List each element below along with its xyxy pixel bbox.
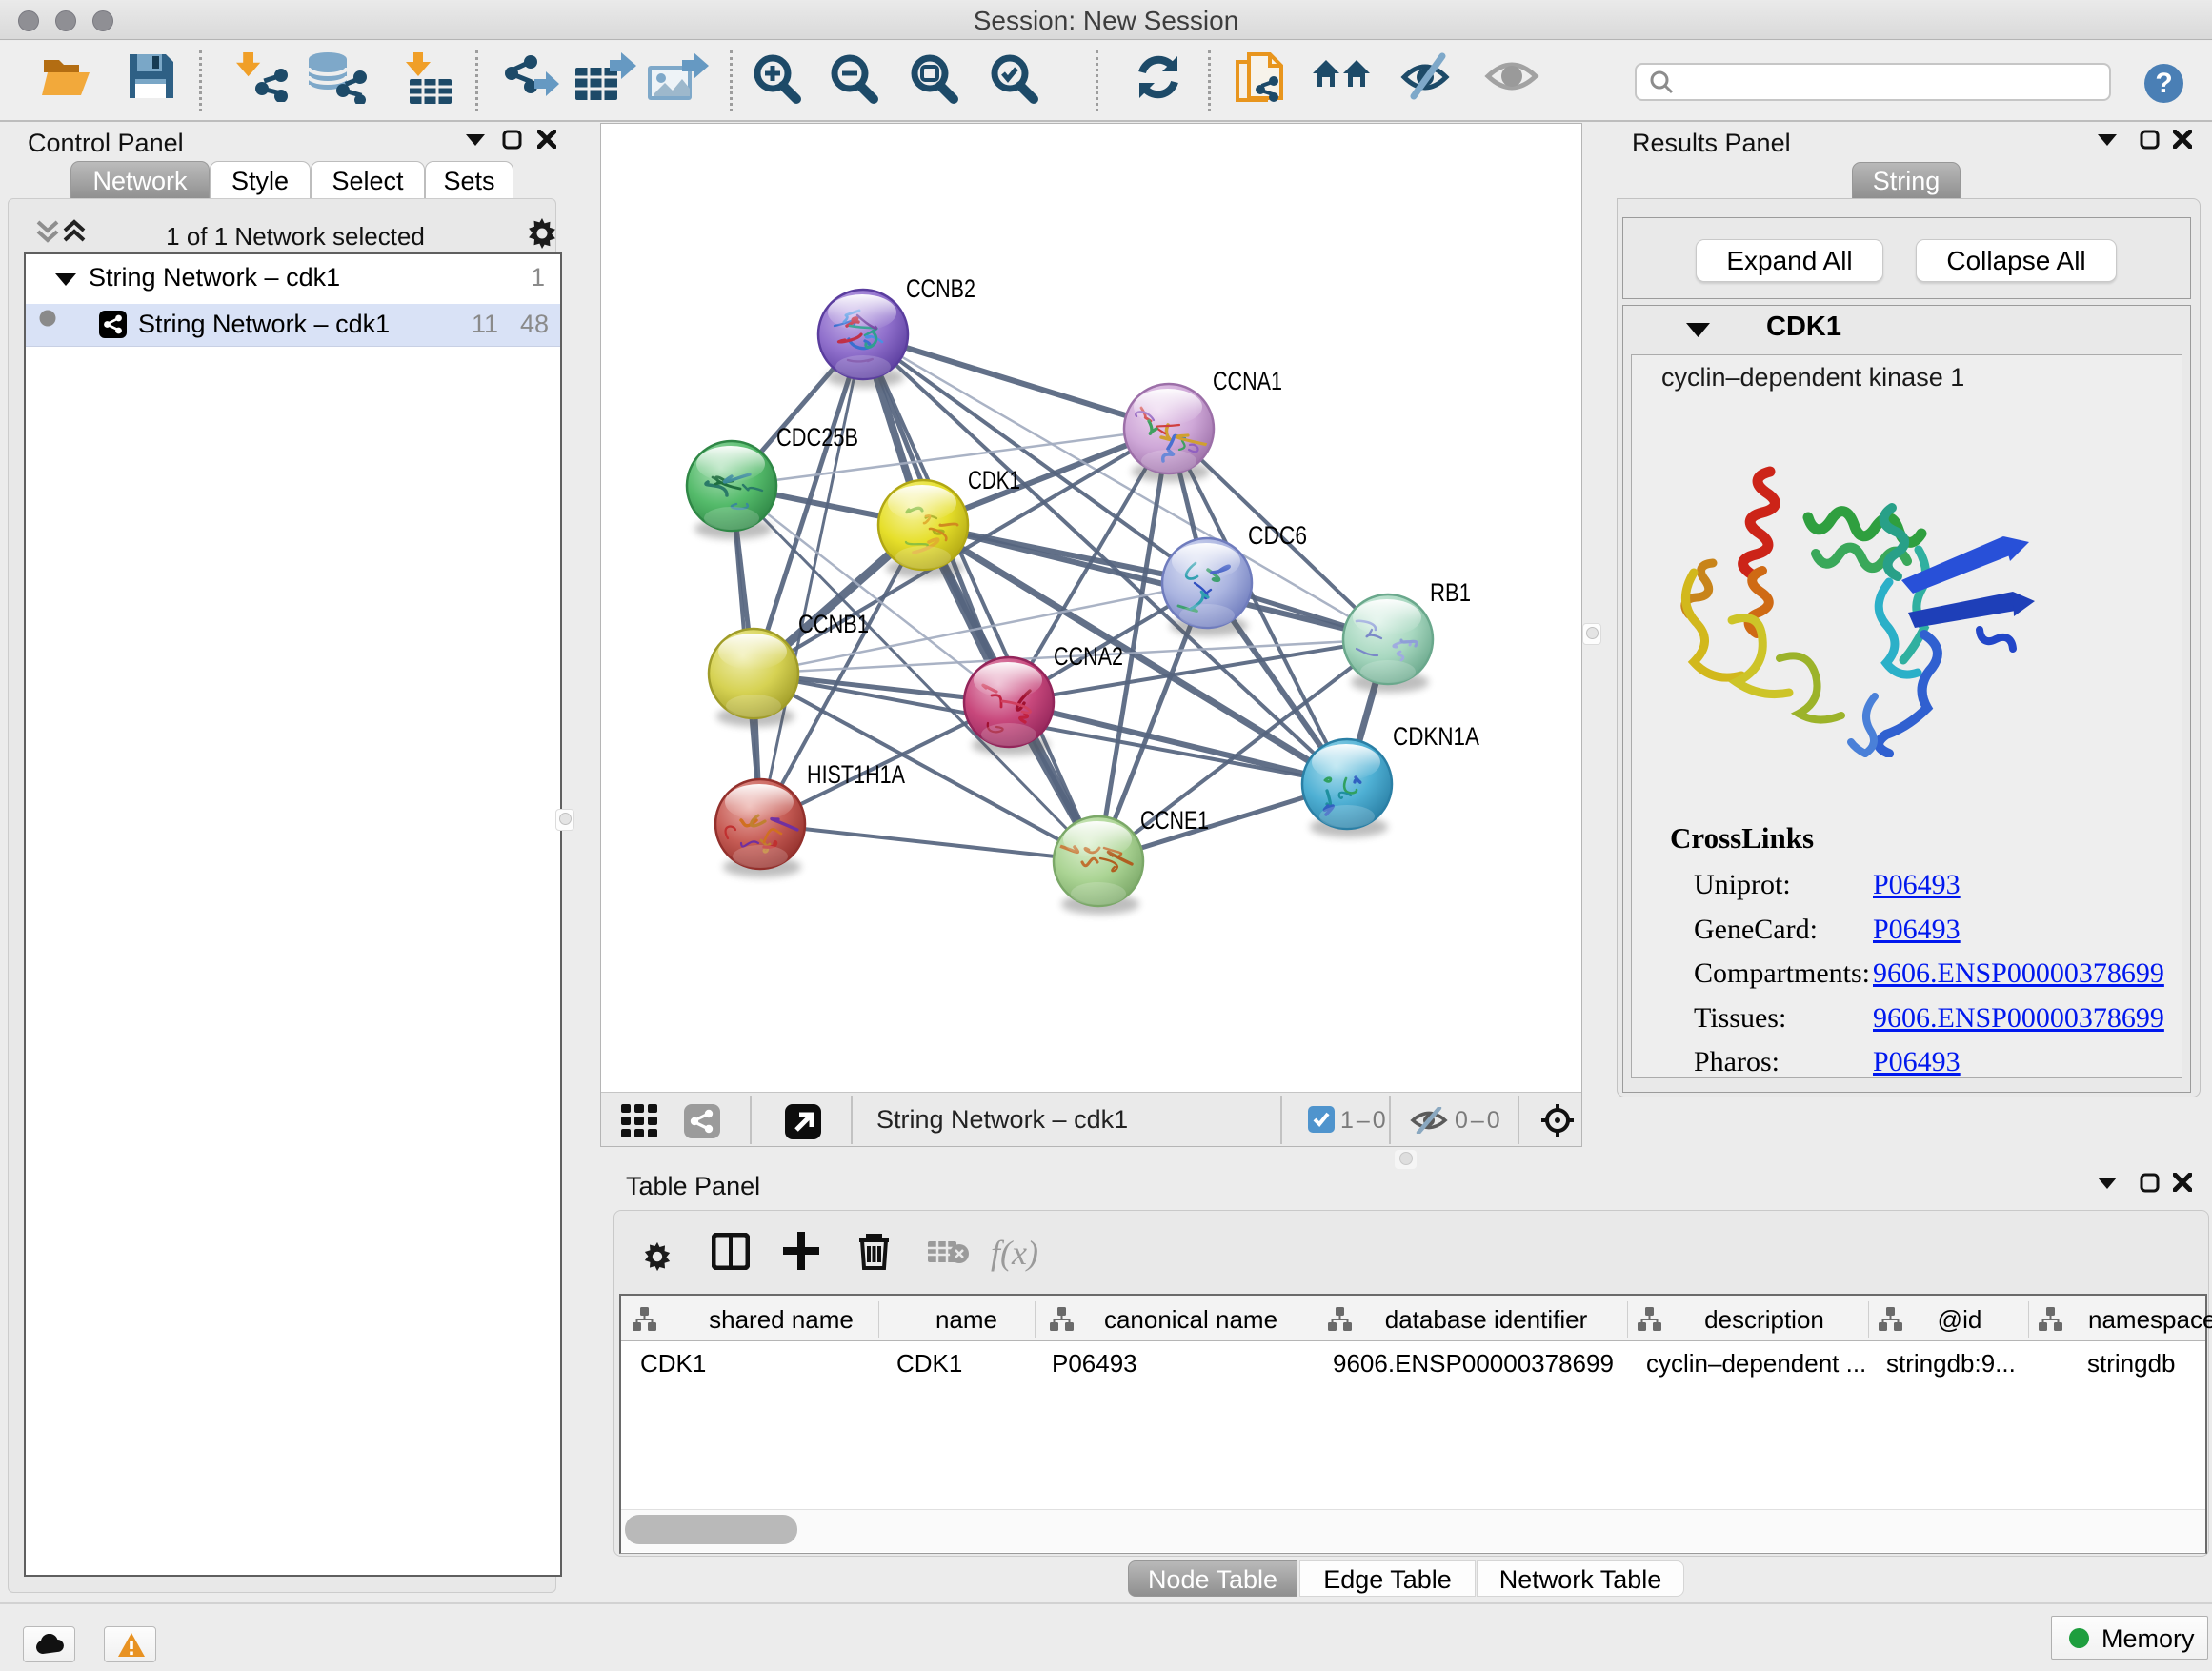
svg-text:CCNB1: CCNB1 [798,610,869,638]
svg-text:CDC25B: CDC25B [776,423,858,452]
svg-text:CCNB2: CCNB2 [906,274,975,303]
svg-text:RB1: RB1 [1430,578,1471,607]
svg-text:HIST1H1A: HIST1H1A [807,760,905,789]
svg-text:CDK1: CDK1 [968,466,1020,494]
svg-text:CDC6: CDC6 [1248,521,1307,550]
svg-text:CCNA2: CCNA2 [1054,642,1123,671]
svg-text:CCNA1: CCNA1 [1213,367,1282,395]
svg-text:CCNE1: CCNE1 [1140,806,1209,835]
svg-text:CDKN1A: CDKN1A [1393,722,1479,751]
